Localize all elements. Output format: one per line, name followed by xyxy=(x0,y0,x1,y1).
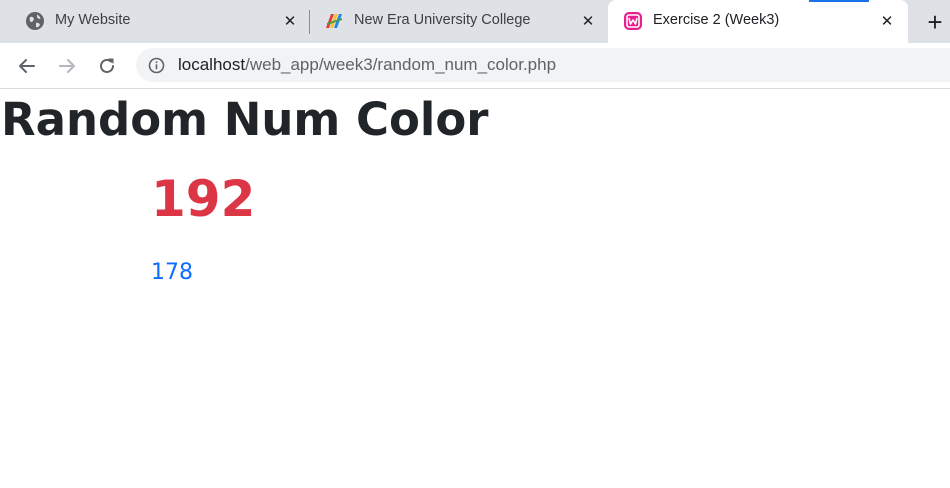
address-bar[interactable]: localhost/web_app/week3/random_num_color… xyxy=(136,48,950,82)
reload-button[interactable] xyxy=(94,53,120,79)
url-text[interactable]: localhost/web_app/week3/random_num_color… xyxy=(178,55,556,75)
info-icon[interactable] xyxy=(148,57,165,74)
browser-toolbar: localhost/web_app/week3/random_num_color… xyxy=(0,43,950,89)
forward-button[interactable] xyxy=(54,53,80,79)
close-tab-icon[interactable]: ✕ xyxy=(876,10,898,32)
tab-new-era-university-college[interactable]: New Era University College ✕ xyxy=(310,0,608,43)
close-tab-icon[interactable]: ✕ xyxy=(279,10,301,32)
tab-my-website[interactable]: My Website ✕ xyxy=(0,0,310,43)
reload-icon xyxy=(100,58,114,73)
tab-strip: My Website ✕ New Era University College … xyxy=(0,0,950,43)
tab-accent-bar xyxy=(809,0,869,2)
random-number-secondary: 178 xyxy=(151,260,193,285)
random-number-primary: 192 xyxy=(151,170,256,228)
close-tab-icon[interactable]: ✕ xyxy=(577,10,599,32)
arrow-left-icon xyxy=(19,59,35,73)
tab-exercise-2[interactable]: Exercise 2 (Week3) ✕ xyxy=(608,0,908,43)
url-host: localhost xyxy=(178,55,246,74)
tab-title: Exercise 2 (Week3) xyxy=(653,12,780,28)
neuc-logo-icon xyxy=(324,11,344,31)
back-button[interactable] xyxy=(14,53,40,79)
url-path: /web_app/week3/random_num_color.php xyxy=(245,55,557,74)
arrow-right-icon xyxy=(59,59,75,73)
tab-title: New Era University College xyxy=(354,12,531,28)
tab-title: My Website xyxy=(55,12,131,28)
page-heading: Random Num Color xyxy=(1,93,489,146)
wampserver-icon xyxy=(623,11,643,31)
new-tab-button[interactable]: + xyxy=(922,9,948,35)
globe-icon xyxy=(25,11,45,31)
